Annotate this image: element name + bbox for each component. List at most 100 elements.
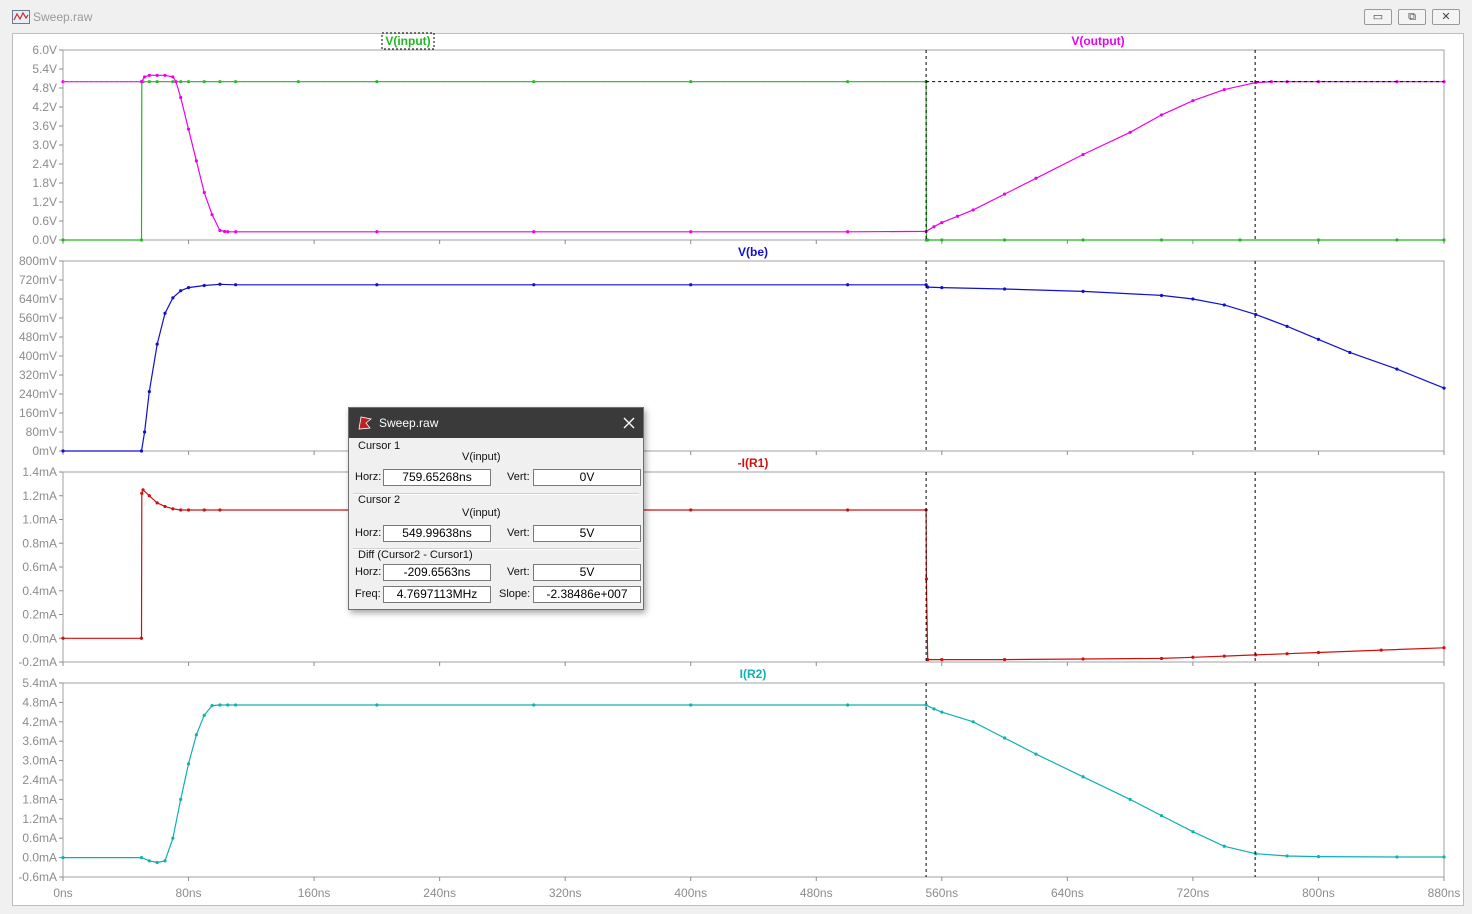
pane-frame (62, 682, 1445, 878)
diff-freq-field[interactable]: 4.7697113MHz (383, 586, 491, 603)
data-point (532, 283, 536, 287)
data-point (1159, 238, 1164, 242)
y-tick-label: 560mV (19, 311, 57, 325)
y-tick-label: 0.0mA (22, 851, 57, 865)
data-point (163, 504, 167, 509)
data-point (143, 430, 147, 434)
data-point (1191, 655, 1195, 659)
cursor1-horz-field[interactable]: 759.65268ns (383, 469, 491, 486)
y-tick-label: 160mV (19, 406, 57, 420)
y-tick-label: 5.4V (32, 62, 57, 76)
data-point (1348, 350, 1352, 355)
cursor-dialog[interactable]: Sweep.raw Cursor 1 V(input) Horz: 759.65… (348, 407, 644, 610)
data-point (1442, 238, 1446, 242)
data-point (1081, 657, 1085, 661)
data-point (155, 501, 159, 505)
y-tick-label: 0mV (32, 444, 57, 458)
diff-horz-field[interactable]: -209.6563ns (383, 564, 491, 581)
data-point (147, 859, 151, 863)
trace-title[interactable]: V(output) (1071, 34, 1124, 48)
y-tick-label: 4.8V (32, 81, 57, 95)
data-point (226, 230, 230, 234)
y-tick-label: 6.0V (32, 43, 57, 57)
data-point (532, 230, 536, 234)
data-point (1222, 654, 1226, 658)
y-tick-label: 640mV (19, 292, 57, 306)
x-tick-label: 560ns (925, 886, 958, 900)
y-tick-label: 4.8mA (22, 695, 57, 709)
trace-title[interactable]: I(R2) (740, 667, 767, 681)
cursor2-horz-field[interactable]: 549.99638ns (383, 525, 491, 542)
pane-ir1[interactable]: 1.4mA 1.2mA 1.0mA 0.8mA 0.6mA 0.4mA 0.2mA 0.0mA… (18, 456, 1446, 669)
data-point (375, 80, 379, 84)
y-tick-label: 0.8mA (22, 536, 57, 550)
trace-title[interactable]: V(be) (738, 245, 768, 259)
data-point (532, 703, 536, 707)
data-point (846, 703, 850, 707)
cursor1-horz-label: Horz: (355, 471, 382, 483)
waveform-plot-area[interactable]: 6.0V 5.4V 4.8V 4.2V 3.6V 3.0V 2.4V 1.8V 1.2V 0.6V… (0, 0, 1472, 914)
data-point (202, 283, 206, 288)
data-point (163, 859, 167, 863)
x-tick-label: 480ns (800, 886, 833, 900)
data-point (147, 73, 151, 77)
data-point (1395, 855, 1399, 859)
y-tick-label: 80mV (26, 425, 57, 439)
data-point (234, 283, 238, 287)
data-point (1128, 797, 1132, 802)
data-point (1222, 844, 1226, 848)
data-point (61, 449, 65, 453)
y-tick-label: 2.4mA (22, 773, 57, 787)
pane-ir2[interactable]: 5.4mA 4.8mA 4.2mA 3.6mA 3.0mA 2.4mA 1.8mA 1.2mA… (18, 667, 1446, 884)
y-tick-label: 400mV (19, 349, 57, 363)
x-tick-label: 880ns (1428, 886, 1461, 900)
data-point (171, 75, 175, 79)
y-tick-label: 1.2mA (22, 812, 57, 826)
diff-horz-label: Horz: (355, 566, 382, 578)
trace-title[interactable]: V(input) (385, 34, 430, 48)
dialog-close-icon[interactable] (621, 415, 637, 431)
y-tick-label: 4.2mA (22, 715, 57, 729)
diff-group-label: Diff (Cursor2 - Cursor1) (358, 549, 473, 561)
dialog-titlebar[interactable]: Sweep.raw (349, 408, 643, 438)
cursor1-trace: V(input) (462, 451, 501, 463)
cursor1-vert-field[interactable]: 0V (533, 469, 641, 486)
y-tick-label: -0.2mA (18, 655, 57, 669)
y-tick-label: 320mV (19, 368, 57, 382)
data-point (234, 703, 238, 707)
cursor2-vert-field[interactable]: 5V (533, 525, 641, 542)
data-point (141, 488, 145, 492)
data-point (234, 230, 238, 234)
data-point (186, 127, 191, 131)
data-point (689, 283, 693, 287)
data-point (186, 762, 191, 766)
y-tick-label: 240mV (19, 387, 57, 401)
data-point (139, 238, 144, 242)
pane-vbe[interactable]: 800mV 720mV 640mV 560mV 480mV 400mV 320mV 240mV… (19, 245, 1446, 458)
data-point (689, 703, 693, 707)
data-point (139, 856, 144, 860)
y-tick-label: 1.8mA (22, 792, 57, 806)
y-tick-label: 0.0mA (22, 631, 57, 645)
data-point (155, 342, 159, 346)
y-tick-label: 4.2V (32, 100, 57, 114)
x-tick-label: 80ns (176, 886, 202, 900)
pane-v-out[interactable]: 6.0V 5.4V 4.8V 4.2V 3.6V 3.0V 2.4V 1.8V 1.2V 0.6V… (32, 32, 1446, 247)
data-point (1159, 656, 1164, 661)
data-point (1159, 813, 1164, 818)
data-point (1316, 238, 1321, 242)
data-point (61, 856, 65, 860)
data-point (1316, 337, 1321, 341)
data-point (1002, 287, 1007, 291)
y-tick-label: -0.6mA (18, 870, 57, 884)
diff-slope-field[interactable]: -2.38486e+007 (533, 586, 641, 603)
data-point (846, 230, 850, 234)
cursor2-group-label: Cursor 2 (358, 494, 401, 506)
y-tick-label: 0.4mA (22, 584, 57, 598)
diff-vert-field[interactable]: 5V (533, 564, 641, 581)
trace-title[interactable]: -I(R1) (738, 456, 769, 470)
data-point (1285, 324, 1289, 328)
y-tick-label: 3.0V (32, 138, 57, 152)
data-point (202, 190, 206, 195)
data-point (940, 658, 944, 662)
